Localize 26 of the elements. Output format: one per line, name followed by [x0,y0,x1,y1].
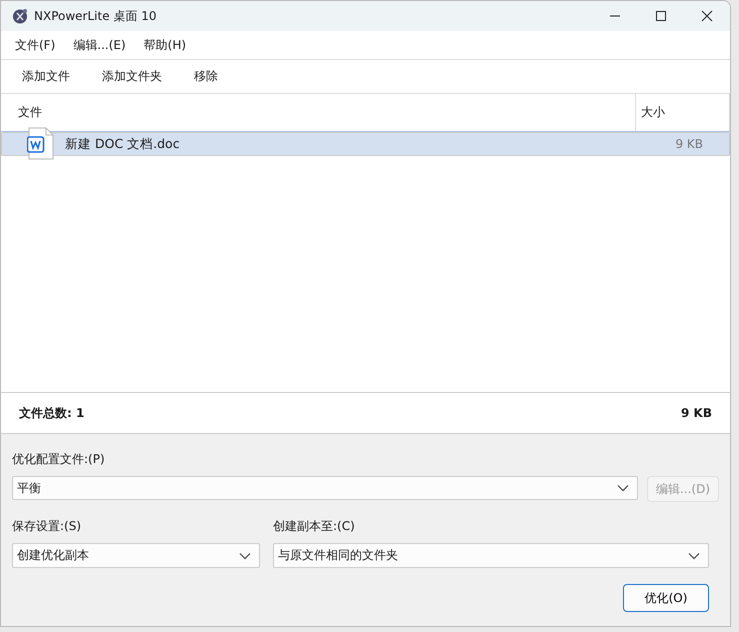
chevron-down-icon [688,552,700,560]
total-size: 9 KB [681,406,712,420]
menu-item[interactable]: 帮助(H) [144,36,186,54]
menu-item[interactable]: 编辑...(E) [73,36,126,54]
file-size: 9 KB [675,137,704,151]
column-header[interactable]: 大小 [636,94,730,131]
menu-item[interactable]: 文件(F) [15,36,56,54]
file-name: 新建 DOC 文档.doc [65,136,181,152]
file-count: 文件总数: 1 [19,404,84,422]
field-label: 优化配置文件:(P) [12,451,106,468]
word-document-icon [27,127,55,161]
field-label: 保存设置:(S) [12,518,82,535]
profile-dropdown[interactable]: 平衡 [12,476,638,500]
save-setting-dropdown[interactable]: 创建优化副本 [12,543,260,568]
close-icon [701,10,713,22]
window-title: NXPowerLite 桌面 10 [34,8,156,24]
chevron-down-icon [239,552,251,560]
toolbar-button[interactable]: 移除 [194,68,218,85]
toolbar-button[interactable]: 添加文件夹 [102,68,162,85]
field-label: 创建副本至:(C) [273,518,356,535]
optimize-button[interactable]: 优化(O) [623,584,709,612]
chevron-down-icon [616,484,629,492]
copy-location-dropdown[interactable]: 与原文件相同的文件夹 [273,543,709,568]
maximize-icon [655,10,667,22]
toolbar-button[interactable]: 添加文件 [22,68,70,85]
app-logo-icon [12,8,28,24]
